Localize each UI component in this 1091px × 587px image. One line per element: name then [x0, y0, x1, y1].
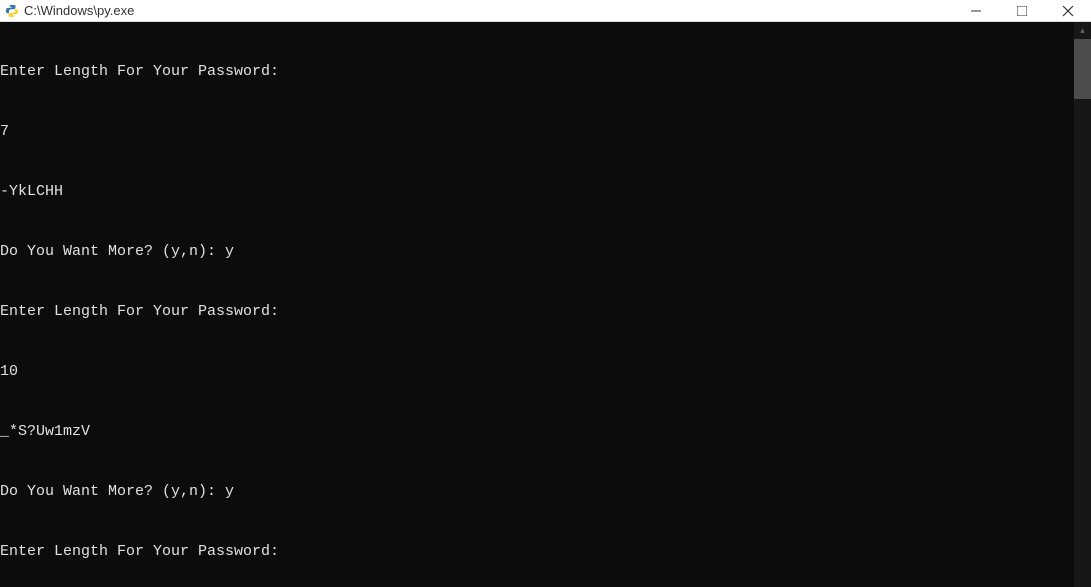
terminal-content: Enter Length For Your Password: 7 -YkLCH…	[0, 22, 1091, 587]
terminal-line: Do You Want More? (y,n): y	[0, 242, 1091, 262]
terminal-line: _*S?Uw1mzV	[0, 422, 1091, 442]
minimize-icon	[971, 6, 981, 16]
maximize-button[interactable]	[999, 0, 1045, 22]
terminal-line: 10	[0, 362, 1091, 382]
terminal-line: 7	[0, 122, 1091, 142]
titlebar-left: C:\Windows\py.exe	[4, 3, 134, 19]
window-titlebar: C:\Windows\py.exe	[0, 0, 1091, 22]
window-controls	[953, 0, 1091, 21]
terminal-area[interactable]: Enter Length For Your Password: 7 -YkLCH…	[0, 22, 1091, 587]
window-title: C:\Windows\py.exe	[24, 3, 134, 18]
terminal-line: Enter Length For Your Password:	[0, 62, 1091, 82]
close-icon	[1062, 5, 1074, 17]
python-icon	[4, 3, 20, 19]
terminal-line: Enter Length For Your Password:	[0, 302, 1091, 322]
terminal-line: -YkLCHH	[0, 182, 1091, 202]
scrollbar-thumb[interactable]	[1074, 39, 1091, 99]
close-button[interactable]	[1045, 0, 1091, 22]
scroll-up-arrow-icon[interactable]: ▴	[1074, 22, 1091, 39]
terminal-line: Do You Want More? (y,n): y	[0, 482, 1091, 502]
terminal-line: Enter Length For Your Password:	[0, 542, 1091, 562]
minimize-button[interactable]	[953, 0, 999, 22]
vertical-scrollbar[interactable]: ▴	[1074, 22, 1091, 587]
maximize-icon	[1017, 6, 1027, 16]
